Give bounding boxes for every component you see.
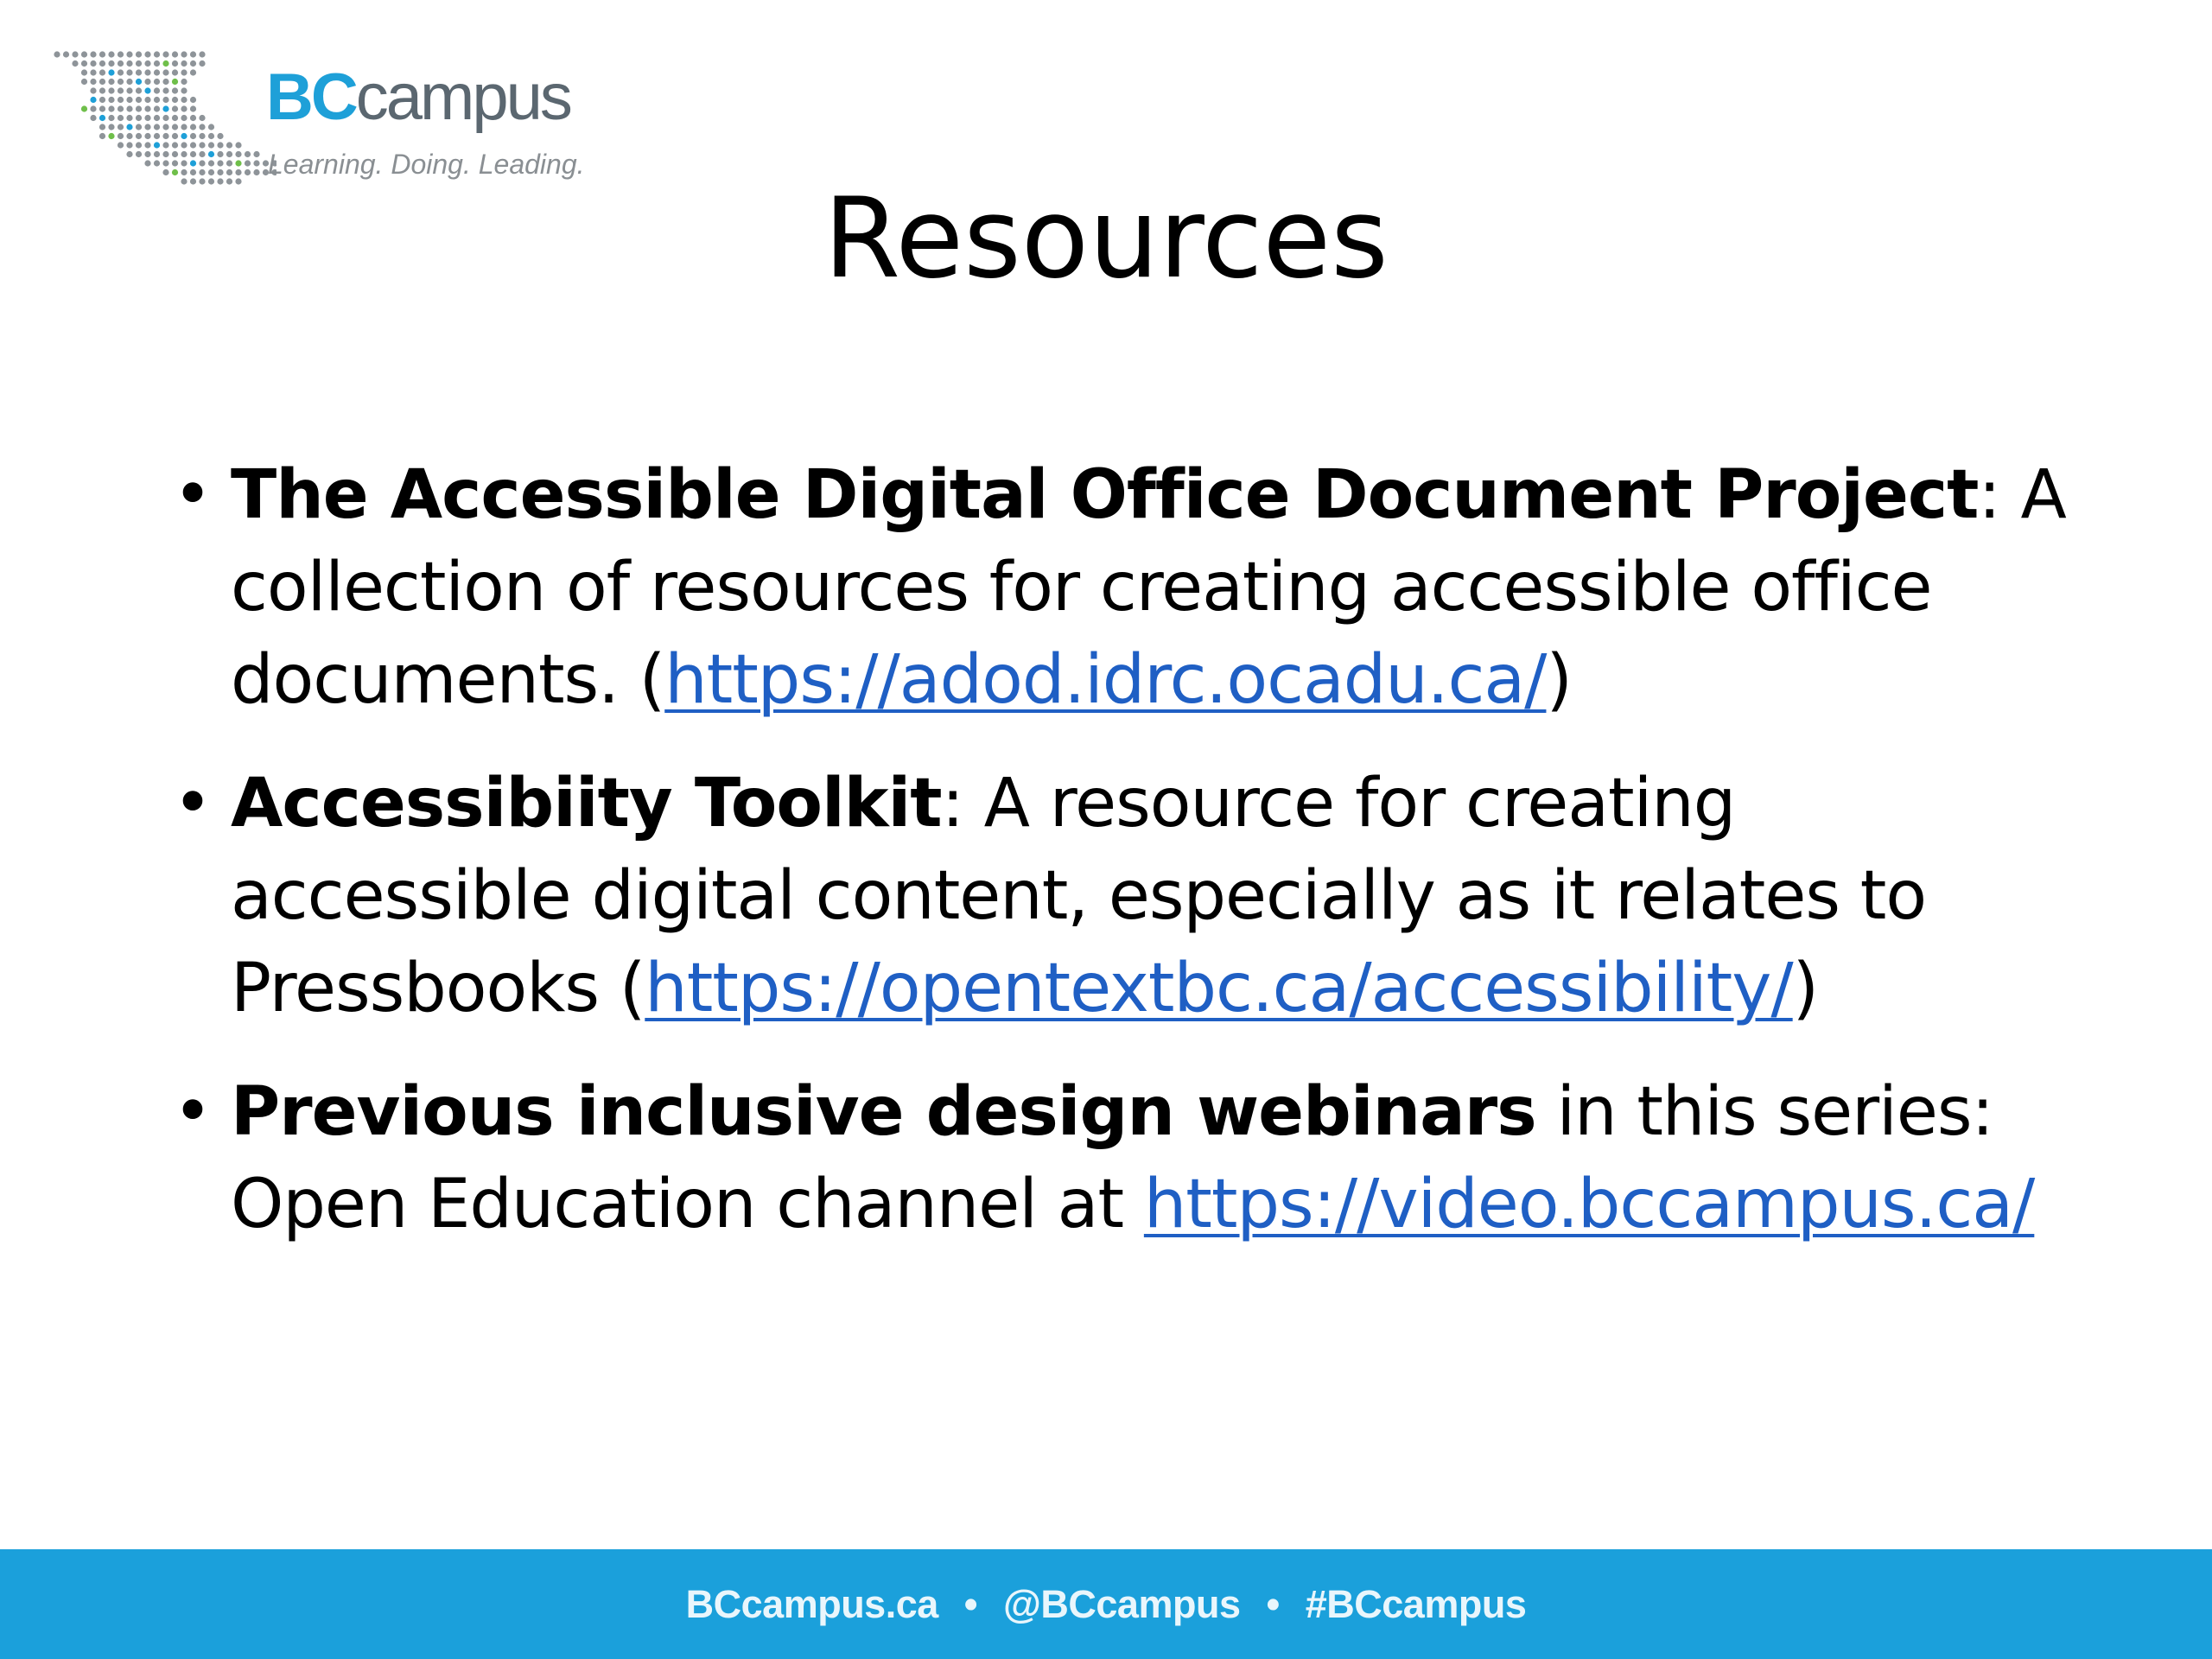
bullet-dot: • xyxy=(173,1073,213,1151)
logo-brand-bold: BC xyxy=(266,60,359,134)
footer-handle: @BCcampus xyxy=(1003,1581,1241,1626)
slide: BCcampus Learning. Doing. Leading. Resou… xyxy=(0,0,2212,1659)
bullet-term: The Accessible Digital Office Document P… xyxy=(231,456,1979,534)
bullet-content: • The Accessible Digital Office Document… xyxy=(173,449,2074,1282)
bullet-item-webinars: • Previous inclusive design webinars in … xyxy=(173,1066,2074,1251)
bullet-dot: • xyxy=(173,456,213,534)
bullet-term: Previous inclusive design webinars xyxy=(231,1073,1537,1151)
bullet-item-toolkit: • Accessibiity Toolkit: A resource for c… xyxy=(173,758,2074,1035)
footer-hashtag: #BCcampus xyxy=(1305,1581,1527,1626)
logo-wordmark: BCcampus xyxy=(266,65,573,130)
bullet-list: • The Accessible Digital Office Document… xyxy=(173,449,2074,1251)
bullet-text-after: ) xyxy=(1546,641,1572,719)
footer-text: BCcampus.ca • @BCcampus • #BCcampus xyxy=(686,1582,1527,1627)
adod-link[interactable]: https://adod.idrc.ocadu.ca/ xyxy=(664,641,1547,719)
bullet-text-after: ) xyxy=(1792,950,1819,1027)
video-link[interactable]: https://video.bccampus.ca/ xyxy=(1144,1166,2035,1243)
bullet-dot: • xyxy=(173,765,213,842)
footer-separator: • xyxy=(963,1581,978,1626)
toolkit-link[interactable]: https://opentextbc.ca/accessibility/ xyxy=(645,950,1793,1027)
bullet-item-adod: • The Accessible Digital Office Document… xyxy=(173,449,2074,727)
footer-bar: BCcampus.ca • @BCcampus • #BCcampus xyxy=(0,1549,2212,1659)
footer-separator: • xyxy=(1266,1581,1280,1626)
slide-title: Resources xyxy=(823,175,1389,303)
bullet-term: Accessibiity Toolkit xyxy=(231,765,943,842)
logo-brand-rest: campus xyxy=(355,60,573,134)
footer-site: BCcampus.ca xyxy=(685,1581,939,1626)
